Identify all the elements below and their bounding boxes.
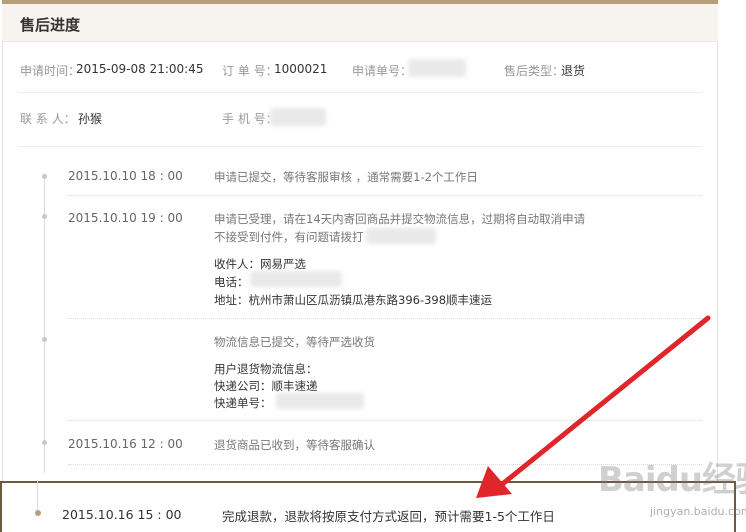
watermark-url: jingyan.baidu.com <box>650 505 746 518</box>
watermark-logo: Baidu经验 <box>598 460 746 500</box>
